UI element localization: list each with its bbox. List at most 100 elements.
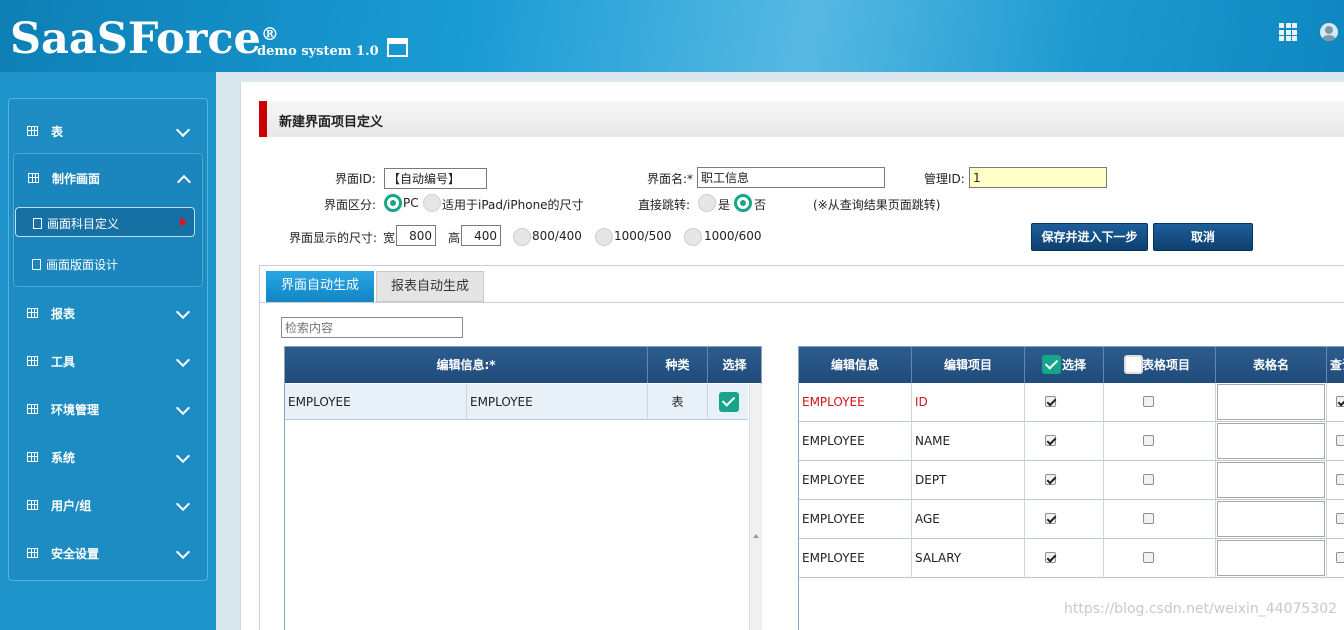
category-pc-radio[interactable] — [384, 194, 402, 212]
table-icon — [27, 308, 38, 318]
column-header: 编辑信息 — [799, 347, 912, 383]
screen-id-label: 界面ID: — [335, 172, 376, 186]
page-title: 新建界面项目定义 — [279, 115, 384, 130]
save-next-button[interactable]: 保存并进入下一步 — [1031, 223, 1148, 251]
table-item-checkbox[interactable] — [1143, 435, 1154, 446]
search-condition-checkbox[interactable] — [1336, 552, 1344, 563]
sidebar-item-screen-design[interactable]: 制作画面 — [10, 154, 208, 202]
table-cell: ID — [912, 383, 1025, 422]
column-header-select: 选择 — [1025, 347, 1104, 383]
category-ipad-label: 适用于iPad/iPhone的尺寸 — [442, 198, 584, 212]
user-avatar-icon[interactable] — [1320, 23, 1338, 41]
width-label: 宽 — [383, 231, 396, 245]
table-cell: SALARY — [912, 539, 1025, 578]
screen-name-input[interactable] — [697, 167, 885, 188]
jump-no-label: 否 — [754, 198, 767, 212]
table-name-input[interactable] — [1217, 462, 1325, 498]
table-name-input[interactable] — [1217, 501, 1325, 537]
chevron-down-icon — [175, 400, 191, 416]
table-icon — [27, 404, 38, 414]
select-checkbox[interactable] — [1045, 474, 1056, 485]
table-name-input[interactable] — [1217, 384, 1325, 420]
size-800-radio[interactable] — [513, 228, 531, 246]
table-item-checkbox[interactable] — [1143, 552, 1154, 563]
size-1000-600-radio[interactable] — [684, 228, 702, 246]
table-name-input[interactable] — [1217, 540, 1325, 576]
tab-screen-auto[interactable]: 界面自动生成 — [266, 271, 374, 302]
table-cell: EMPLOYEE — [799, 422, 912, 461]
scroll-up-icon[interactable] — [753, 534, 759, 538]
table-item-checkbox[interactable] — [1143, 513, 1154, 524]
table-row[interactable]: EMPLOYEE NAME — [799, 422, 1344, 461]
column-header: 查询条 — [1330, 358, 1344, 372]
width-input[interactable] — [396, 225, 436, 246]
manage-id-input[interactable] — [969, 167, 1107, 188]
sidebar-subitem-screen-subject-def[interactable]: 画面科目定义 — [15, 207, 195, 237]
category-label: 界面区分: — [324, 198, 377, 212]
tab-report-auto[interactable]: 报表自动生成 — [376, 271, 484, 302]
table-cell: DEPT — [912, 461, 1025, 500]
table-item-checkbox[interactable] — [1143, 396, 1154, 407]
table-cell: EMPLOYEE — [799, 500, 912, 539]
document-icon — [32, 259, 41, 270]
chevron-down-icon — [175, 544, 191, 560]
search-input[interactable] — [281, 317, 463, 338]
sidebar-item-users-groups[interactable]: 用户/组 — [9, 481, 207, 529]
search-condition-checkbox[interactable] — [1336, 513, 1344, 524]
sidebar-item-tools[interactable]: 工具 — [9, 337, 207, 385]
screen-id-input[interactable] — [384, 168, 487, 189]
vertical-scrollbar[interactable] — [749, 384, 762, 630]
category-ipad-radio[interactable] — [423, 194, 441, 212]
table-row[interactable]: EMPLOYEE EMPLOYEE 表 — [285, 384, 748, 420]
select-checkbox[interactable] — [1045, 552, 1056, 563]
select-checkbox[interactable] — [1045, 396, 1056, 407]
height-label: 高 — [448, 231, 461, 245]
table-row[interactable]: EMPLOYEE ID — [799, 383, 1344, 422]
table-cell: 表 — [648, 384, 708, 420]
table-cell: EMPLOYEE — [799, 539, 912, 578]
search-condition-checkbox[interactable] — [1336, 396, 1344, 407]
jump-no-radio[interactable] — [734, 194, 752, 212]
apps-grid-icon[interactable] — [1279, 23, 1297, 41]
select-all-checkbox[interactable] — [1042, 355, 1061, 374]
chevron-down-icon — [175, 352, 191, 368]
table-row[interactable]: EMPLOYEE AGE — [799, 500, 1344, 539]
app-header: SaaSForce® demo system 1.0 — [0, 0, 1344, 72]
chevron-down-icon — [175, 496, 191, 512]
search-condition-checkbox[interactable] — [1336, 435, 1344, 446]
select-checkbox[interactable] — [1045, 435, 1056, 446]
sidebar-item-security[interactable]: 安全设置 — [9, 529, 207, 577]
height-input[interactable] — [461, 225, 501, 246]
row-select-checkbox[interactable] — [719, 392, 739, 412]
size-1000-500-radio[interactable] — [595, 228, 613, 246]
sidebar-item-report[interactable]: 报表 — [9, 289, 207, 337]
chevron-down-icon — [175, 448, 191, 464]
sidebar-item-system[interactable]: 系统 — [9, 433, 207, 481]
sidebar-subitem-screen-layout[interactable]: 画面版面设计 — [15, 249, 195, 279]
table-item-all-checkbox[interactable] — [1124, 355, 1143, 374]
column-header: 编辑项目 — [912, 347, 1025, 383]
search-condition-checkbox[interactable] — [1336, 474, 1344, 485]
table-item-checkbox[interactable] — [1143, 474, 1154, 485]
table-row[interactable]: EMPLOYEE DEPT — [799, 461, 1344, 500]
jump-yes-radio[interactable] — [698, 194, 716, 212]
table-cell: EMPLOYEE — [285, 384, 467, 420]
table-name-input[interactable] — [1217, 423, 1325, 459]
size-label: 界面显示的尺寸: — [289, 231, 378, 245]
version-label: demo system 1.0 — [257, 44, 379, 59]
window-icon[interactable] — [387, 38, 408, 57]
table-cell: EMPLOYEE — [467, 384, 648, 420]
table-header: 编辑信息 编辑项目 选择 表格项目 表格名 查询条 — [799, 347, 1344, 383]
table-cell: EMPLOYEE — [799, 383, 912, 422]
table-icon — [27, 356, 38, 366]
column-header: 种类 — [648, 347, 708, 383]
sidebar-item-table[interactable]: 表 — [9, 107, 207, 155]
jump-note: (※从查询结果页面跳转) — [813, 198, 941, 212]
select-checkbox[interactable] — [1045, 513, 1056, 524]
sidebar: 表 制作画面 画面科目定义 画面版面设计 报表 工具 环境管理 系统 用户/组 … — [8, 98, 208, 581]
cancel-button[interactable]: 取消 — [1153, 223, 1253, 251]
app-logo[interactable]: SaaSForce® — [10, 14, 279, 64]
table-row[interactable]: EMPLOYEE SALARY — [799, 539, 1344, 578]
sidebar-item-environment[interactable]: 环境管理 — [9, 385, 207, 433]
column-header: 编辑信息:* — [285, 347, 648, 383]
